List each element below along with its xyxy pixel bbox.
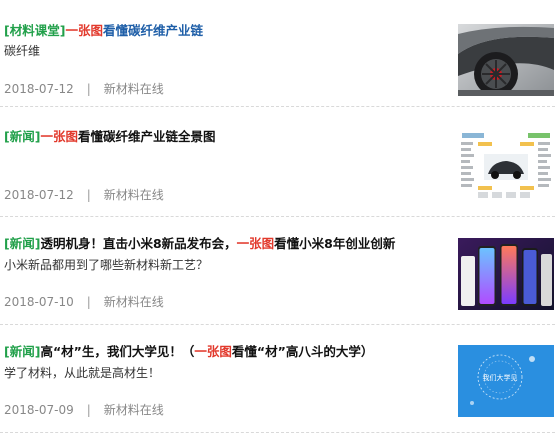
title-highlight: 一张图	[40, 129, 78, 144]
title-text: 高“材”生，我们大学见！（	[40, 344, 195, 359]
article-tag: [材料课堂]	[4, 23, 66, 38]
title-text: 看懂小米8年创业创新	[274, 236, 396, 251]
list-item[interactable]: [新闻]高“材”生，我们大学见！（一张图看懂“材”高八斗的大学） 学了材料，从此…	[0, 326, 555, 433]
car-wheel-image	[458, 24, 554, 96]
article-date: 2018-07-09	[4, 403, 74, 417]
meta-separator: |	[86, 82, 91, 96]
article-tag: [新闻]	[4, 129, 41, 144]
article-title[interactable]: [新闻]一张图看懂碳纤维产业链全景图	[4, 128, 444, 146]
article-source: 新材料在线	[103, 295, 164, 309]
list-item[interactable]: [材料课堂]一张图看懂碳纤维产业链 碳纤维 2018-07-12 | 新材料在线	[0, 0, 555, 107]
list-item[interactable]: [新闻]透明机身！直击小米8新品发布会，一张图看懂小米8年创业创新 小米新品都用…	[0, 218, 555, 325]
article-summary: 小米新品都用到了哪些新材料新工艺？	[4, 258, 209, 272]
article-tag: [新闻]	[4, 344, 41, 359]
article-date: 2018-07-12	[4, 82, 74, 96]
title-text: 看懂碳纤维产业链全景图	[77, 129, 216, 144]
title-text: 看懂碳纤维产业链	[102, 23, 203, 38]
campus-image: 我们大学见	[458, 345, 554, 417]
article-meta: 2018-07-12 | 新材料在线	[4, 80, 164, 97]
article-source: 新材料在线	[103, 403, 164, 417]
article-date: 2018-07-10	[4, 295, 74, 309]
meta-separator: |	[86, 403, 91, 417]
article-thumbnail[interactable]	[458, 130, 554, 202]
article-source: 新材料在线	[103, 188, 164, 202]
article-thumbnail[interactable]	[458, 24, 554, 96]
campus-image-text: 我们大学见	[483, 373, 518, 382]
article-date: 2018-07-12	[4, 188, 74, 202]
article-meta: 2018-07-10 | 新材料在线	[4, 293, 164, 310]
article-title[interactable]: [新闻]高“材”生，我们大学见！（一张图看懂“材”高八斗的大学）	[4, 343, 444, 361]
phones-image	[458, 238, 554, 310]
meta-separator: |	[86, 188, 91, 202]
article-source: 新材料在线	[103, 82, 164, 96]
article-title[interactable]: [新闻]透明机身！直击小米8新品发布会，一张图看懂小米8年创业创新	[4, 235, 444, 253]
infographic-image	[458, 130, 554, 202]
article-title[interactable]: [材料课堂]一张图看懂碳纤维产业链	[4, 22, 444, 40]
title-highlight: 一张图	[194, 344, 232, 359]
article-summary: 学了材料，从此就是高材生！	[4, 366, 161, 380]
title-highlight: 一张图	[236, 236, 275, 251]
article-summary: 碳纤维	[4, 44, 41, 58]
article-thumbnail[interactable]: 我们大学见	[458, 345, 554, 417]
title-highlight: 一张图	[65, 23, 103, 38]
article-list: [材料课堂]一张图看懂碳纤维产业链 碳纤维 2018-07-12|新材料在线	[0, 0, 555, 435]
title-text: 透明机身！直击小米8新品发布会，	[40, 236, 237, 251]
title-text: 看懂“材”高八斗的大学）	[231, 344, 374, 359]
article-meta: 2018-07-12 | 新材料在线	[4, 186, 164, 203]
article-tag: [新闻]	[4, 236, 41, 251]
article-thumbnail[interactable]	[458, 238, 554, 310]
meta-separator: |	[86, 295, 91, 309]
article-meta: 2018-07-09 | 新材料在线	[4, 401, 164, 418]
list-item[interactable]: [新闻]一张图看懂碳纤维产业链全景图 2018-07-12 | 新材料在线	[0, 110, 555, 217]
